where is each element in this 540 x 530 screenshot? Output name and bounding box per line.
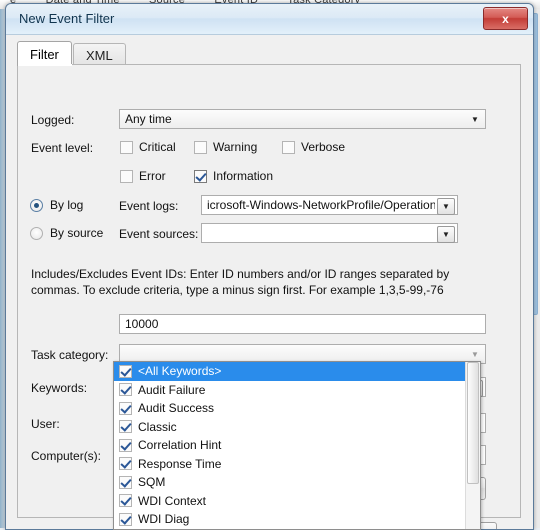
list-item-label: Correlation Hint bbox=[138, 438, 222, 453]
radio-by-source-label: By source bbox=[50, 226, 104, 240]
list-item[interactable]: Response Time bbox=[114, 455, 466, 474]
list-item[interactable]: Correlation Hint bbox=[114, 436, 466, 455]
close-icon[interactable]: x bbox=[483, 7, 528, 30]
checkbox-critical[interactable]: Critical bbox=[120, 140, 176, 154]
list-item[interactable]: Audit Success bbox=[114, 399, 466, 418]
checkbox-box bbox=[119, 457, 132, 471]
logged-value: Any time bbox=[125, 112, 172, 126]
checkbox-box bbox=[119, 512, 132, 526]
tab-strip: Filter XML bbox=[17, 41, 521, 66]
screen: e Date and Time Source Event ID Task Cat… bbox=[0, 0, 540, 530]
list-item[interactable]: Classic bbox=[114, 418, 466, 437]
chevron-down-icon[interactable]: ▼ bbox=[467, 112, 483, 127]
event-ids-input[interactable]: 10000 bbox=[119, 314, 486, 334]
event-ids-help: Includes/Excludes Event IDs: Enter ID nu… bbox=[31, 267, 450, 297]
event-logs-value: icrosoft-Windows-NetworkProfile/Operatio… bbox=[207, 198, 435, 212]
checkbox-box bbox=[119, 383, 132, 397]
chevron-down-icon[interactable]: ▼ bbox=[437, 198, 455, 215]
list-item-label: Classic bbox=[138, 419, 177, 434]
checkbox-warning-box bbox=[194, 140, 207, 154]
list-item-label: SQM bbox=[138, 475, 166, 490]
radio-by-log-dot bbox=[30, 198, 43, 212]
event-logs-label: Event logs: bbox=[119, 199, 179, 213]
dropdown-scrollbar[interactable] bbox=[465, 362, 480, 529]
user-label: User: bbox=[31, 417, 60, 431]
event-level-label: Event level: bbox=[31, 141, 94, 155]
list-item[interactable]: <All Keywords> bbox=[114, 362, 466, 381]
checkbox-error-box bbox=[120, 169, 133, 183]
dialog-title: New Event Filter bbox=[19, 11, 115, 26]
list-item[interactable]: SQM bbox=[114, 473, 466, 492]
list-item-label: Audit Failure bbox=[138, 382, 206, 397]
event-sources-label: Event sources: bbox=[119, 227, 199, 241]
checkbox-error-label: Error bbox=[139, 169, 166, 183]
checkbox-box bbox=[119, 494, 132, 508]
checkbox-box bbox=[119, 364, 132, 378]
event-logs-combobox[interactable]: icrosoft-Windows-NetworkProfile/Operatio… bbox=[201, 195, 458, 215]
dropdown-scrollbar-thumb[interactable] bbox=[467, 362, 479, 484]
list-item[interactable]: WDI Diag bbox=[114, 510, 466, 529]
checkbox-warning[interactable]: Warning bbox=[194, 140, 257, 154]
checkbox-critical-label: Critical bbox=[139, 140, 176, 154]
task-category-label: Task category: bbox=[31, 348, 109, 362]
radio-by-source-dot bbox=[30, 226, 43, 240]
list-item[interactable]: Audit Failure bbox=[114, 381, 466, 400]
checkbox-information-box bbox=[194, 169, 207, 183]
keywords-label: Keywords: bbox=[31, 381, 88, 395]
chevron-down-icon[interactable]: ▼ bbox=[467, 347, 483, 362]
chevron-down-icon[interactable]: ▼ bbox=[437, 226, 455, 243]
keywords-dropdown-items: <All Keywords> Audit Failure Audit Succe… bbox=[114, 362, 466, 529]
list-item-label: Response Time bbox=[138, 456, 222, 471]
checkbox-verbose-label: Verbose bbox=[301, 140, 346, 154]
checkbox-information-label: Information bbox=[213, 169, 274, 183]
list-item-label: WDI Diag bbox=[138, 512, 190, 527]
list-item-label: <All Keywords> bbox=[138, 364, 222, 379]
dialog-titlebar[interactable]: New Event Filter x bbox=[6, 4, 533, 35]
logged-combobox[interactable]: Any time ▼ bbox=[119, 109, 486, 129]
checkbox-box bbox=[119, 401, 132, 415]
list-item[interactable]: WDI Context bbox=[114, 492, 466, 511]
tab-xml[interactable]: XML bbox=[73, 43, 126, 66]
checkbox-information[interactable]: Information bbox=[194, 169, 273, 183]
checkbox-box bbox=[119, 438, 132, 452]
checkbox-verbose-box bbox=[282, 140, 295, 154]
event-sources-combobox[interactable]: ▼ bbox=[201, 223, 458, 243]
keywords-dropdown-list[interactable]: <All Keywords> Audit Failure Audit Succe… bbox=[113, 361, 481, 530]
radio-by-source[interactable]: By source bbox=[30, 226, 103, 240]
tab-seam bbox=[18, 64, 72, 66]
checkbox-box bbox=[119, 420, 132, 434]
radio-by-log[interactable]: By log bbox=[30, 198, 83, 212]
computers-label: Computer(s): bbox=[31, 449, 102, 463]
radio-by-log-label: By log bbox=[50, 198, 84, 212]
checkbox-warning-label: Warning bbox=[213, 140, 258, 154]
checkbox-verbose[interactable]: Verbose bbox=[282, 140, 345, 154]
list-item-label: WDI Context bbox=[138, 493, 207, 508]
tab-filter[interactable]: Filter bbox=[17, 41, 72, 66]
checkbox-error[interactable]: Error bbox=[120, 169, 166, 183]
logged-label: Logged: bbox=[31, 113, 75, 127]
checkbox-critical-box bbox=[120, 140, 133, 154]
checkbox-box bbox=[119, 475, 132, 489]
list-item-label: Audit Success bbox=[138, 401, 215, 416]
event-ids-value: 10000 bbox=[125, 317, 159, 331]
